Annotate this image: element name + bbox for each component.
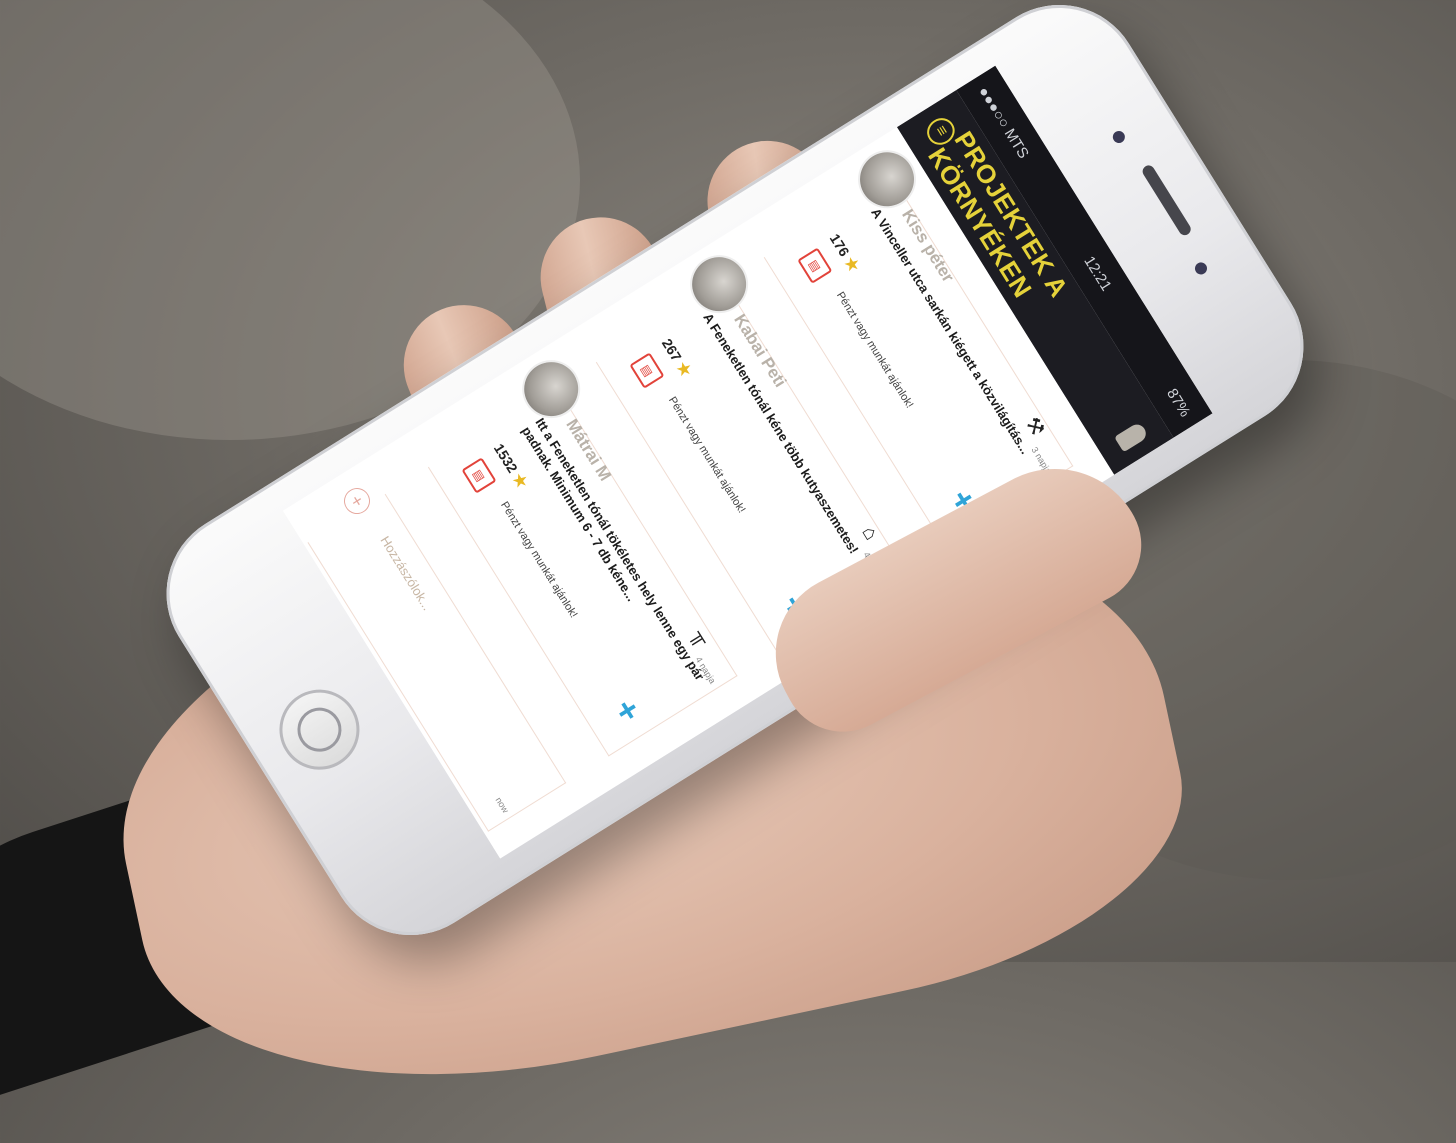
book-icon[interactable]: ▤ <box>461 457 497 494</box>
star-icon: ★ <box>508 470 531 492</box>
star-icon: ★ <box>840 254 863 276</box>
bench-icon: ╥ <box>688 625 715 649</box>
book-icon[interactable]: ▤ <box>797 247 833 284</box>
vote-number: 267 <box>658 335 685 365</box>
comment-input[interactable]: Hozzászólok... <box>377 533 435 613</box>
proximity-sensor <box>1192 260 1210 277</box>
star-icon: ★ <box>672 359 695 381</box>
offer-text[interactable]: Pénzt vagy munkát ajánlok! <box>498 500 579 620</box>
clock: 12:21 <box>1080 252 1116 294</box>
vote-count[interactable]: 1532★ <box>489 440 532 493</box>
home-ring <box>289 699 350 760</box>
vote-number: 176 <box>826 230 853 260</box>
book-icon[interactable]: ▤ <box>629 352 665 389</box>
earpiece-speaker <box>1140 163 1193 238</box>
home-button[interactable] <box>264 674 375 785</box>
vote-number: 1532 <box>490 440 521 476</box>
add-offer-button[interactable]: + <box>606 692 649 729</box>
front-camera <box>1110 128 1128 146</box>
offer-text[interactable]: Pénzt vagy munkát ajánlok! <box>666 395 747 515</box>
offer-text[interactable]: Pénzt vagy munkát ajánlok! <box>834 290 915 410</box>
comment-time: now <box>493 795 511 815</box>
trash-bin-icon: ⌂ <box>857 522 883 544</box>
add-comment-icon[interactable]: + <box>339 483 375 519</box>
battery-label: 87% <box>1163 385 1194 420</box>
